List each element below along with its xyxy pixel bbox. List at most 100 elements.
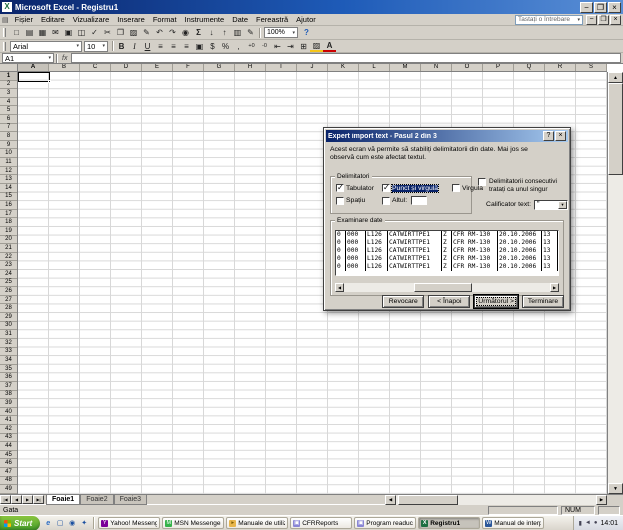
hyperlink-icon[interactable]: ◉	[179, 27, 192, 39]
row-header[interactable]: 33	[0, 348, 17, 357]
column-header[interactable]: A	[18, 64, 49, 71]
column-header[interactable]: B	[49, 64, 80, 71]
show-desktop-icon[interactable]: ▢	[55, 518, 65, 528]
row-header[interactable]: 47	[0, 468, 17, 477]
ask-question-box[interactable]: Tastați o întrebare ▾	[515, 15, 583, 25]
task-button[interactable]: ▣ Program readucere ...	[354, 517, 416, 529]
increase-indent-icon[interactable]: ⇥	[284, 40, 297, 52]
redo-icon[interactable]: ↷	[166, 27, 179, 39]
delimiter-option[interactable]: Tabulator	[336, 184, 382, 192]
sheet-tab[interactable]: Foaie3	[114, 495, 147, 505]
row-header[interactable]: 13	[0, 175, 17, 184]
underline-icon[interactable]: U	[141, 40, 154, 52]
font-color-icon[interactable]: A	[323, 41, 336, 52]
italic-icon[interactable]: I	[128, 40, 141, 52]
column-header[interactable]: F	[173, 64, 204, 71]
text-qualifier-select[interactable]: " ▾	[534, 200, 568, 210]
menu-item[interactable]: Format	[149, 14, 181, 25]
row-header[interactable]: 44	[0, 442, 17, 451]
task-button[interactable]: X Registru1	[418, 517, 480, 529]
row-header[interactable]: 30	[0, 322, 17, 331]
finish-button[interactable]: Terminare	[522, 295, 564, 308]
row-header[interactable]: 41	[0, 416, 17, 425]
internet-explorer-icon[interactable]: e	[43, 518, 53, 528]
checkbox-icon[interactable]	[478, 178, 486, 186]
row-header[interactable]: 12	[0, 167, 17, 176]
vertical-scroll-thumb[interactable]	[608, 83, 623, 175]
column-header[interactable]: L	[359, 64, 390, 71]
row-header[interactable]: 2	[0, 81, 17, 90]
row-header[interactable]: 1	[0, 72, 17, 81]
column-header[interactable]: I	[266, 64, 297, 71]
row-header[interactable]: 38	[0, 391, 17, 400]
row-header[interactable]: 42	[0, 425, 17, 434]
formula-input[interactable]	[71, 53, 621, 63]
font-size-select[interactable]: 10 ▾	[84, 41, 108, 52]
dialog-help-icon[interactable]: ?	[543, 131, 554, 141]
spelling-icon[interactable]: ✓	[88, 27, 101, 39]
row-header[interactable]: 18	[0, 218, 17, 227]
row-header[interactable]: 8	[0, 132, 17, 141]
fill-handle[interactable]	[48, 80, 51, 83]
row-header[interactable]: 27	[0, 296, 17, 305]
cancel-button[interactable]: Revocare	[382, 295, 424, 308]
select-all-corner[interactable]	[0, 64, 18, 72]
row-header[interactable]: 11	[0, 158, 17, 167]
task-button[interactable]: ▸ Manuale de utilizare	[226, 517, 288, 529]
delimiter-option[interactable]: Altul:	[382, 196, 452, 205]
workbook-restore-button[interactable]: ❐	[598, 15, 609, 25]
format-painter-icon[interactable]: ✎	[140, 27, 153, 39]
workbook-close-button[interactable]: ×	[610, 15, 621, 25]
column-header[interactable]: E	[142, 64, 173, 71]
help-icon[interactable]: ?	[300, 27, 313, 39]
chart-wizard-icon[interactable]: ▥	[231, 27, 244, 39]
media-player-icon[interactable]: ◉	[67, 518, 77, 528]
scroll-left-icon[interactable]: ◀	[335, 283, 344, 292]
scroll-left-icon[interactable]: ◀	[385, 495, 396, 505]
row-header[interactable]: 49	[0, 485, 17, 494]
column-header[interactable]: M	[390, 64, 421, 71]
row-header[interactable]: 23	[0, 261, 17, 270]
borders-icon[interactable]: ⊞	[297, 40, 310, 52]
row-header[interactable]: 36	[0, 373, 17, 382]
task-button[interactable]: Y Yahoo! Messenger	[98, 517, 160, 529]
email-icon[interactable]: ✉	[49, 27, 62, 39]
task-button[interactable]: ▣ CFRReports	[290, 517, 352, 529]
toolbar-grip[interactable]	[3, 28, 6, 37]
row-header[interactable]: 24	[0, 270, 17, 279]
status-icon[interactable]: ●	[594, 520, 598, 527]
delimiter-option[interactable]: Spațiu	[336, 196, 382, 205]
dialog-title-bar[interactable]: Expert import text - Pasul 2 din 3 ? ×	[326, 130, 568, 142]
bold-icon[interactable]: B	[115, 40, 128, 52]
sort-asc-icon[interactable]: ↓	[205, 27, 218, 39]
row-header[interactable]: 37	[0, 382, 17, 391]
row-header[interactable]: 43	[0, 434, 17, 443]
row-header[interactable]: 46	[0, 459, 17, 468]
row-header[interactable]: 34	[0, 356, 17, 365]
workbook-minimize-button[interactable]: −	[586, 15, 597, 25]
column-header[interactable]: O	[452, 64, 483, 71]
task-button[interactable]: W Manual de interpret...	[482, 517, 544, 529]
other-delimiter-input[interactable]	[411, 196, 427, 205]
row-header[interactable]: 3	[0, 89, 17, 98]
row-header[interactable]: 26	[0, 287, 17, 296]
column-header[interactable]: K	[328, 64, 359, 71]
currency-icon[interactable]: $	[206, 40, 219, 52]
checkbox-icon[interactable]	[382, 184, 390, 192]
column-header[interactable]: S	[576, 64, 607, 71]
row-header[interactable]: 28	[0, 304, 17, 313]
undo-icon[interactable]: ↶	[153, 27, 166, 39]
row-header[interactable]: 21	[0, 244, 17, 253]
row-header[interactable]: 20	[0, 236, 17, 245]
horizontal-scrollbar[interactable]: ◀ ▶	[385, 495, 607, 505]
row-header[interactable]: 35	[0, 365, 17, 374]
column-header[interactable]: H	[235, 64, 266, 71]
align-center-icon[interactable]: ≡	[167, 40, 180, 52]
title-bar[interactable]: X Microsoft Excel - Registru1 − ❐ ×	[0, 0, 623, 14]
column-header[interactable]: N	[421, 64, 452, 71]
row-header[interactable]: 22	[0, 253, 17, 262]
name-box[interactable]: A1 ▾	[2, 53, 54, 63]
horizontal-scroll-thumb[interactable]	[398, 495, 458, 505]
row-header[interactable]: 6	[0, 115, 17, 124]
print-icon[interactable]: ▣	[62, 27, 75, 39]
